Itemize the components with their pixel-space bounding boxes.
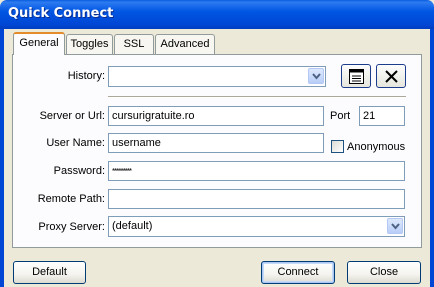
port-input[interactable]: 21	[359, 106, 405, 126]
port-label: Port	[330, 110, 351, 122]
close-button[interactable]: Close	[347, 261, 421, 284]
proxy-dropdown-button[interactable]	[387, 218, 403, 234]
divider	[108, 96, 406, 98]
x-icon	[385, 70, 398, 83]
remote-path-label: Remote Path:	[37, 193, 105, 205]
history-label: History:	[67, 70, 105, 82]
server-input[interactable]: cursurigratuite.ro	[108, 106, 324, 126]
proxy-label: Proxy Server:	[38, 221, 105, 233]
remote-path-input[interactable]	[108, 189, 405, 209]
connect-button[interactable]: Connect	[261, 261, 335, 284]
history-combo[interactable]	[108, 66, 326, 87]
anonymous-label[interactable]: Anonymous	[347, 141, 405, 153]
password-input[interactable]: *********	[108, 161, 405, 181]
history-list-button[interactable]	[341, 64, 371, 88]
username-input[interactable]: username	[108, 133, 324, 153]
server-label: Server or Url:	[39, 110, 105, 122]
list-icon	[349, 69, 364, 84]
history-dropdown-button[interactable]	[308, 68, 324, 84]
proxy-select[interactable]: (default)	[108, 216, 405, 237]
history-clear-button[interactable]	[376, 64, 406, 88]
username-label: User Name:	[46, 137, 105, 149]
chevron-down-icon	[312, 73, 321, 80]
default-button[interactable]: Default	[13, 261, 86, 284]
chevron-down-icon	[391, 223, 400, 230]
anonymous-checkbox[interactable]	[331, 140, 344, 153]
password-label: Password:	[53, 165, 105, 177]
